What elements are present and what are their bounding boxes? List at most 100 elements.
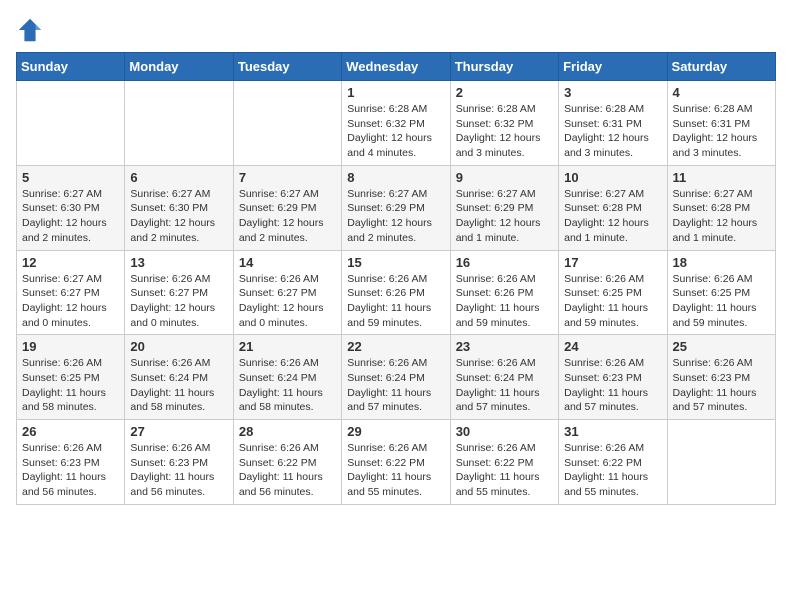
day-info: Sunrise: 6:26 AM Sunset: 6:24 PM Dayligh…: [239, 356, 336, 415]
day-number: 27: [130, 424, 227, 439]
page-header: [16, 16, 776, 44]
day-info: Sunrise: 6:26 AM Sunset: 6:25 PM Dayligh…: [22, 356, 119, 415]
day-info: Sunrise: 6:26 AM Sunset: 6:24 PM Dayligh…: [347, 356, 444, 415]
day-number: 14: [239, 255, 336, 270]
calendar-cell: 20 Sunrise: 6:26 AM Sunset: 6:24 PM Dayli…: [125, 335, 233, 420]
calendar-cell: 16 Sunrise: 6:26 AM Sunset: 6:26 PM Dayli…: [450, 250, 558, 335]
day-number: 8: [347, 170, 444, 185]
day-number: 3: [564, 85, 661, 100]
day-info: Sunrise: 6:26 AM Sunset: 6:22 PM Dayligh…: [456, 441, 553, 500]
calendar-cell: [667, 420, 775, 505]
calendar-cell: 6Sunrise: 6:27 AM Sunset: 6:30 PM Daylig…: [125, 165, 233, 250]
day-info: Sunrise: 6:26 AM Sunset: 6:27 PM Dayligh…: [239, 272, 336, 331]
calendar-cell: 21 Sunrise: 6:26 AM Sunset: 6:24 PM Dayli…: [233, 335, 341, 420]
day-info: Sunrise: 6:28 AM Sunset: 6:31 PM Dayligh…: [564, 102, 661, 161]
day-number: 1: [347, 85, 444, 100]
day-number: 16: [456, 255, 553, 270]
day-number: 22: [347, 339, 444, 354]
day-info: Sunrise: 6:26 AM Sunset: 6:24 PM Dayligh…: [130, 356, 227, 415]
day-number: 5: [22, 170, 119, 185]
day-number: 4: [673, 85, 770, 100]
calendar-cell: 11 Sunrise: 6:27 AM Sunset: 6:28 PM Dayli…: [667, 165, 775, 250]
calendar-body: 1 Sunrise: 6:28 AM Sunset: 6:32 PM Daylig…: [17, 81, 776, 505]
day-info: Sunrise: 6:26 AM Sunset: 6:22 PM Dayligh…: [239, 441, 336, 500]
day-number: 19: [22, 339, 119, 354]
day-info: Sunrise: 6:28 AM Sunset: 6:32 PM Dayligh…: [347, 102, 444, 161]
day-number: 10: [564, 170, 661, 185]
week-row-1: 1 Sunrise: 6:28 AM Sunset: 6:32 PM Daylig…: [17, 81, 776, 166]
day-number: 12: [22, 255, 119, 270]
day-info: Sunrise: 6:27 AM Sunset: 6:29 PM Dayligh…: [239, 187, 336, 246]
day-info: Sunrise: 6:26 AM Sunset: 6:27 PM Dayligh…: [130, 272, 227, 331]
weekday-sunday: Sunday: [17, 53, 125, 81]
calendar-cell: 28Sunrise: 6:26 AM Sunset: 6:22 PM Dayli…: [233, 420, 341, 505]
weekday-thursday: Thursday: [450, 53, 558, 81]
day-number: 18: [673, 255, 770, 270]
day-number: 29: [347, 424, 444, 439]
day-info: Sunrise: 6:26 AM Sunset: 6:25 PM Dayligh…: [564, 272, 661, 331]
day-info: Sunrise: 6:27 AM Sunset: 6:29 PM Dayligh…: [347, 187, 444, 246]
calendar-cell: 17 Sunrise: 6:26 AM Sunset: 6:25 PM Dayli…: [559, 250, 667, 335]
day-info: Sunrise: 6:26 AM Sunset: 6:25 PM Dayligh…: [673, 272, 770, 331]
day-number: 7: [239, 170, 336, 185]
weekday-header-row: SundayMondayTuesdayWednesdayThursdayFrid…: [17, 53, 776, 81]
weekday-tuesday: Tuesday: [233, 53, 341, 81]
day-number: 2: [456, 85, 553, 100]
week-row-4: 19 Sunrise: 6:26 AM Sunset: 6:25 PM Dayli…: [17, 335, 776, 420]
day-number: 13: [130, 255, 227, 270]
calendar-cell: 10Sunrise: 6:27 AM Sunset: 6:28 PM Dayli…: [559, 165, 667, 250]
logo-icon: [16, 16, 44, 44]
day-info: Sunrise: 6:26 AM Sunset: 6:23 PM Dayligh…: [22, 441, 119, 500]
day-number: 15: [347, 255, 444, 270]
calendar-cell: 18 Sunrise: 6:26 AM Sunset: 6:25 PM Dayli…: [667, 250, 775, 335]
day-info: Sunrise: 6:27 AM Sunset: 6:30 PM Dayligh…: [22, 187, 119, 246]
calendar-cell: 29 Sunrise: 6:26 AM Sunset: 6:22 PM Dayli…: [342, 420, 450, 505]
calendar-cell: 30 Sunrise: 6:26 AM Sunset: 6:22 PM Dayli…: [450, 420, 558, 505]
day-info: Sunrise: 6:28 AM Sunset: 6:31 PM Dayligh…: [673, 102, 770, 161]
weekday-wednesday: Wednesday: [342, 53, 450, 81]
calendar-cell: [125, 81, 233, 166]
calendar-cell: 5 Sunrise: 6:27 AM Sunset: 6:30 PM Daylig…: [17, 165, 125, 250]
calendar-cell: 31 Sunrise: 6:26 AM Sunset: 6:22 PM Dayli…: [559, 420, 667, 505]
logo: [16, 16, 48, 44]
calendar-cell: 22 Sunrise: 6:26 AM Sunset: 6:24 PM Dayli…: [342, 335, 450, 420]
day-number: 30: [456, 424, 553, 439]
calendar-cell: 23 Sunrise: 6:26 AM Sunset: 6:24 PM Dayli…: [450, 335, 558, 420]
calendar-cell: 4 Sunrise: 6:28 AM Sunset: 6:31 PM Daylig…: [667, 81, 775, 166]
calendar-table: SundayMondayTuesdayWednesdayThursdayFrid…: [16, 52, 776, 505]
day-number: 17: [564, 255, 661, 270]
day-info: Sunrise: 6:26 AM Sunset: 6:22 PM Dayligh…: [564, 441, 661, 500]
day-info: Sunrise: 6:27 AM Sunset: 6:27 PM Dayligh…: [22, 272, 119, 331]
day-info: Sunrise: 6:28 AM Sunset: 6:32 PM Dayligh…: [456, 102, 553, 161]
day-number: 21: [239, 339, 336, 354]
day-info: Sunrise: 6:26 AM Sunset: 6:22 PM Dayligh…: [347, 441, 444, 500]
calendar-cell: 1 Sunrise: 6:28 AM Sunset: 6:32 PM Daylig…: [342, 81, 450, 166]
calendar-cell: 12 Sunrise: 6:27 AM Sunset: 6:27 PM Dayli…: [17, 250, 125, 335]
calendar-cell: 15 Sunrise: 6:26 AM Sunset: 6:26 PM Dayli…: [342, 250, 450, 335]
day-number: 11: [673, 170, 770, 185]
day-info: Sunrise: 6:26 AM Sunset: 6:26 PM Dayligh…: [456, 272, 553, 331]
day-info: Sunrise: 6:26 AM Sunset: 6:24 PM Dayligh…: [456, 356, 553, 415]
day-info: Sunrise: 6:26 AM Sunset: 6:26 PM Dayligh…: [347, 272, 444, 331]
day-info: Sunrise: 6:27 AM Sunset: 6:28 PM Dayligh…: [673, 187, 770, 246]
calendar-cell: [17, 81, 125, 166]
calendar-cell: 26 Sunrise: 6:26 AM Sunset: 6:23 PM Dayli…: [17, 420, 125, 505]
day-number: 20: [130, 339, 227, 354]
calendar-cell: 24Sunrise: 6:26 AM Sunset: 6:23 PM Dayli…: [559, 335, 667, 420]
day-number: 26: [22, 424, 119, 439]
calendar-cell: 7 Sunrise: 6:27 AM Sunset: 6:29 PM Daylig…: [233, 165, 341, 250]
weekday-monday: Monday: [125, 53, 233, 81]
day-info: Sunrise: 6:26 AM Sunset: 6:23 PM Dayligh…: [673, 356, 770, 415]
day-number: 31: [564, 424, 661, 439]
calendar-cell: 2 Sunrise: 6:28 AM Sunset: 6:32 PM Daylig…: [450, 81, 558, 166]
calendar-cell: 8 Sunrise: 6:27 AM Sunset: 6:29 PM Daylig…: [342, 165, 450, 250]
weekday-saturday: Saturday: [667, 53, 775, 81]
week-row-3: 12 Sunrise: 6:27 AM Sunset: 6:27 PM Dayli…: [17, 250, 776, 335]
day-info: Sunrise: 6:27 AM Sunset: 6:29 PM Dayligh…: [456, 187, 553, 246]
day-number: 23: [456, 339, 553, 354]
day-info: Sunrise: 6:26 AM Sunset: 6:23 PM Dayligh…: [564, 356, 661, 415]
calendar-cell: 13 Sunrise: 6:26 AM Sunset: 6:27 PM Dayli…: [125, 250, 233, 335]
calendar-cell: 25Sunrise: 6:26 AM Sunset: 6:23 PM Dayli…: [667, 335, 775, 420]
day-number: 6: [130, 170, 227, 185]
calendar-cell: [233, 81, 341, 166]
